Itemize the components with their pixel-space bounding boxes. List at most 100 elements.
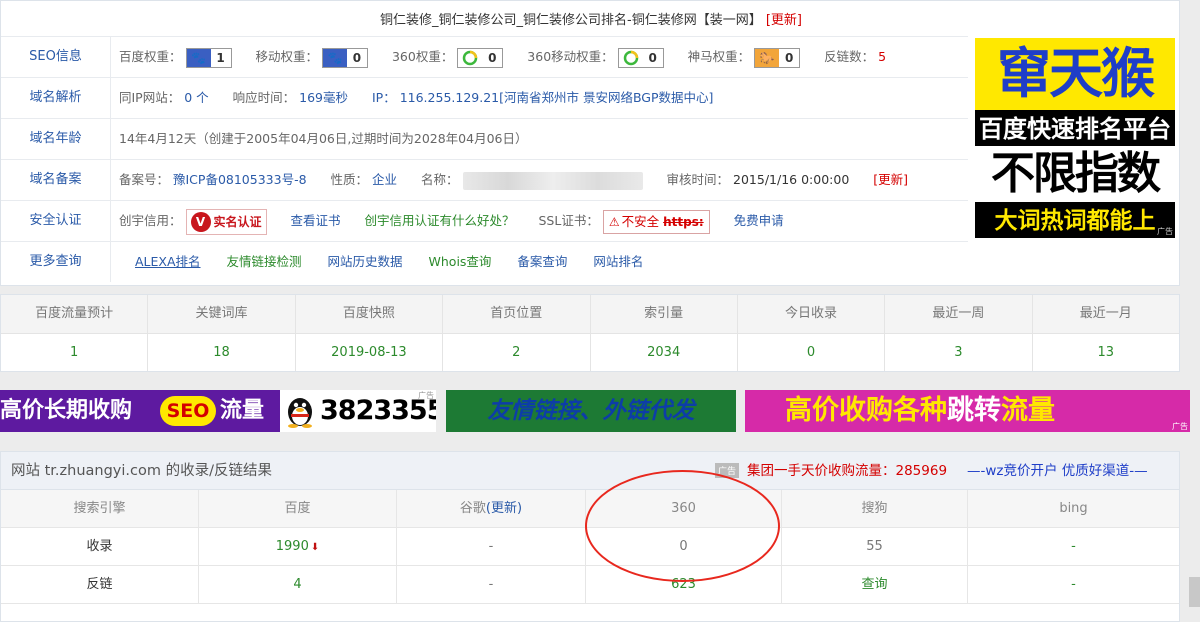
site-history-link[interactable]: 网站历史数据 (328, 254, 403, 269)
s360-weight-value: 0 (488, 50, 497, 65)
ip-link[interactable]: 116.255.129.21[河南省郑州市 景安网络BGP数据中心] (400, 90, 714, 105)
s360-weight-badge[interactable]: 0 (457, 47, 504, 68)
domain-age-row: 域名年龄 14年4月12天（创建于2005年04月06日,过期时间为2028年0… (1, 118, 968, 159)
same-ip-link[interactable]: 0 个 (184, 90, 208, 105)
icp-number-link[interactable]: 豫ICP备08105333号-8 (173, 172, 307, 187)
so360-icon (618, 48, 643, 67)
stats-value[interactable]: 2019-08-13 (295, 333, 444, 371)
baidu-weight-badge[interactable]: 🐾 1 (185, 47, 232, 68)
row-label: 反链 (1, 566, 199, 603)
side-ad-line3: 不限指数 (975, 146, 1175, 202)
results-header-google: 谷歌(更新) (397, 490, 586, 527)
results-header: 搜索引擎 (1, 490, 199, 527)
same-ip-label: 同IP网站： (119, 90, 181, 105)
backlinks-label: 反链数： (824, 49, 875, 64)
icp-name-redacted (462, 171, 643, 190)
bing-index-value: - (1071, 539, 1076, 554)
paw-icon: 🐾 (186, 48, 211, 67)
stats-value[interactable]: 2 (443, 333, 591, 371)
google-header-text: 谷歌 (459, 501, 486, 516)
results-header: 搜狗 (782, 490, 968, 527)
arrow-down-icon: ⬇ (310, 542, 320, 553)
banner4-text2: 流量 (1001, 395, 1055, 426)
icp-name-label: 名称： (421, 172, 459, 187)
stats-header: 最近一月 (1079, 306, 1132, 321)
dns-values: 同IP网站： 0 个 响应时间： 169毫秒 IP： 116.255.129.2… (119, 78, 713, 118)
free-apply-link[interactable]: 免费申请 (734, 213, 784, 228)
view-cert-link[interactable]: 查看证书 (291, 213, 341, 228)
title-update-link[interactable]: [更新] (766, 13, 802, 28)
google-index-value: - (397, 528, 586, 565)
baidu-index-cell[interactable]: 1990 ⬇ (199, 528, 397, 565)
stats-header: 索引量 (591, 295, 738, 333)
icp-nature-value: 企业 (372, 172, 398, 187)
side-ad-banner[interactable]: 窜天猴 百度快速排名平台 不限指数 大词热词都能上 广告 (975, 38, 1175, 238)
traffic-stats-table: 百度流量预计 关键词库 百度快照 首页位置 索引量 今日收录 最近一周 最近一月… (0, 294, 1180, 372)
seo-info-label: SEO信息 (1, 37, 111, 77)
site-rank-link[interactable]: 网站排名 (593, 254, 643, 269)
site-title-text: 铜仁装修_铜仁装修公司_铜仁装修公司排名-铜仁装修网【装一网】 (380, 13, 762, 28)
response-time-label: 响应时间： (232, 90, 296, 105)
m360-weight-value: 0 (648, 50, 657, 65)
side-ad-line4: 大词热词都能上 (994, 208, 1156, 234)
ssl-status-badge[interactable]: ⚠ 不安全 https: (602, 209, 710, 234)
stats-value[interactable]: 13 (1032, 333, 1179, 371)
bing-backlink-value: - (1071, 577, 1076, 592)
alexa-rank-link[interactable]: ALEXA排名 (135, 254, 201, 269)
ssl-https-text: https: (663, 214, 704, 229)
baidu-weight-label: 百度权重： (119, 49, 182, 64)
stats-header: 今日收录 (738, 295, 886, 333)
banner4-text1: 高价收购各种 (785, 395, 947, 426)
banner3-text: 友情链接、外链代发 (487, 398, 695, 424)
icp-query-link[interactable]: 备案查询 (517, 254, 567, 269)
mobile-weight-badge[interactable]: 🐾 0 (321, 47, 368, 68)
shenma-weight-badge[interactable]: 🐎 0 (754, 47, 801, 68)
friend-link-check-link[interactable]: 友情链接检测 (227, 254, 302, 269)
so360-icon (458, 48, 483, 67)
stats-header-row: 百度流量预计 关键词库 百度快照 首页位置 索引量 今日收录 最近一周 最近一月 (1, 295, 1179, 333)
side-ad-line2: 百度快速排名平台 (979, 115, 1171, 143)
whois-link[interactable]: Whois查询 (429, 254, 492, 269)
baidu-backlink-value[interactable]: 4 (199, 566, 397, 603)
response-time-value: 169毫秒 (299, 90, 348, 105)
scrollbar-thumb[interactable] (1189, 577, 1200, 607)
icp-update-link[interactable]: [更新] (873, 172, 908, 187)
baidu-index-value: 1990 (275, 539, 309, 554)
ad-banner-qq[interactable]: 3823355 广告 (280, 390, 436, 432)
more-query-row: 更多查询 ALEXA排名 友情链接检测 网站历史数据 Whois查询 备案查询 … (1, 241, 968, 285)
results-wz-link[interactable]: —-wz竞价开户 优质好渠道-— (967, 452, 1148, 490)
mobile-weight-label: 移动权重： (255, 49, 318, 64)
ad-banner-friend-links[interactable]: 友情链接、外链代发 (446, 390, 736, 432)
stats-header: 关键词库 (148, 295, 296, 333)
credit-benefit-link[interactable]: 创宇信用认证有什么好处？ (365, 213, 515, 228)
table-row: 反链 4 - 623 查询 - (1, 566, 1179, 604)
stats-value[interactable]: 1 (1, 333, 149, 371)
domain-age-label: 域名年龄 (1, 119, 111, 159)
realname-cert-badge[interactable]: V 实名认证 (185, 208, 267, 235)
ad-banner-redirect-traffic[interactable]: 高价收购各种跳转流量 广告 (745, 390, 1190, 432)
banner1-text1: 高价长期收购 (0, 398, 133, 423)
results-header: 百度 (199, 490, 397, 527)
side-ad-line1: 窜天猴 (975, 38, 1175, 110)
chuangyu-credit-label: 创宇信用： (119, 213, 182, 228)
stats-value[interactable]: 18 (148, 333, 296, 371)
ad-banner-seo-traffic[interactable]: 高价长期收购 SEO 流量 (0, 390, 280, 432)
banner4-text: 高价收购各种跳转流量 (785, 390, 1055, 432)
stats-value[interactable]: 0 (737, 333, 886, 371)
google-update-link[interactable]: (更新) (486, 501, 522, 516)
results-header: bing (968, 490, 1179, 527)
banner1-text2: 流量 (220, 398, 265, 423)
sogou-query-link[interactable]: 查询 (782, 566, 968, 603)
stats-value[interactable]: 2034 (590, 333, 738, 371)
security-values: 创宇信用： V 实名认证 查看证书 创宇信用认证有什么好处？ SSL证书： ⚠ … (119, 201, 784, 241)
m360-weight-badge[interactable]: 0 (617, 47, 664, 68)
realname-cert-text: 实名认证 (213, 214, 262, 229)
dns-label: 域名解析 (1, 78, 111, 118)
stats-value-row: 1 18 2019-08-13 2 2034 0 3 13 (1, 333, 1179, 371)
results-title: 网站 tr.zhuangyi.com 的收录/反链结果 (11, 463, 272, 479)
stats-value[interactable]: 3 (885, 333, 1033, 371)
page-title: 铜仁装修_铜仁装修公司_铜仁装修公司排名-铜仁装修网【装一网】 [更新] (1, 9, 1181, 28)
stats-header: 首页位置 (443, 295, 591, 333)
results-promo-link[interactable]: 集团一手天价收购流量：285969 (747, 452, 947, 490)
icp-nature-label: 性质： (330, 172, 369, 187)
